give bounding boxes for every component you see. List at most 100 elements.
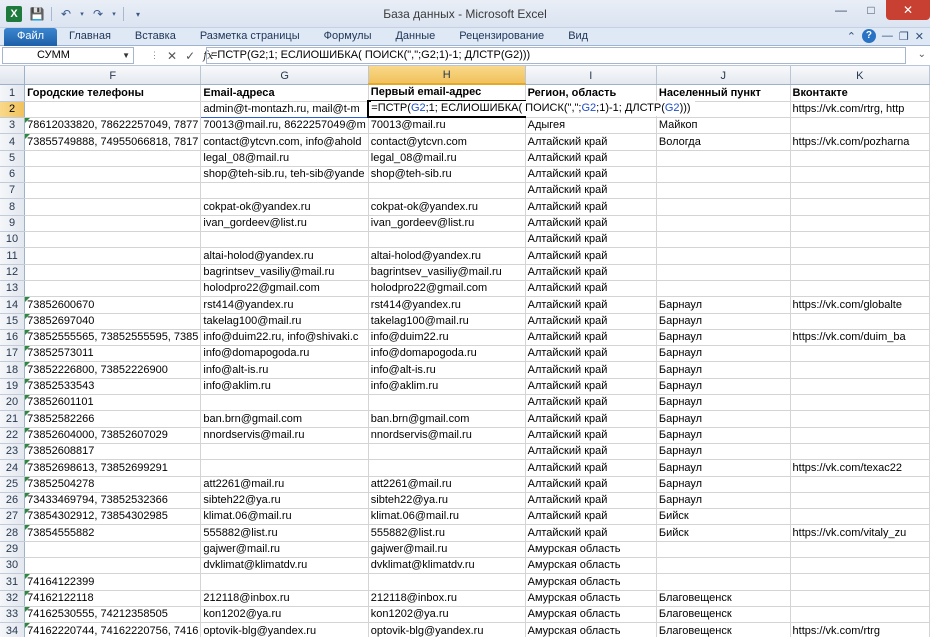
cell-j[interactable] bbox=[656, 247, 791, 265]
cell-f[interactable]: 73852533543 bbox=[24, 378, 202, 396]
cell-g[interactable]: admin@t-montazh.ru, mail@t-m bbox=[200, 100, 369, 118]
cell-f[interactable]: 73854302912, 73854302985 bbox=[24, 508, 202, 526]
cell-g[interactable]: cokpat-ok@yandex.ru bbox=[200, 198, 369, 216]
cell-j[interactable] bbox=[656, 215, 791, 233]
tab-file[interactable]: Файл bbox=[4, 28, 58, 46]
cell-g[interactable]: info@domapogoda.ru bbox=[200, 345, 369, 363]
cell-h[interactable]: gajwer@mail.ru bbox=[368, 541, 526, 559]
cell-k[interactable] bbox=[790, 198, 930, 216]
cell-k[interactable] bbox=[790, 150, 930, 167]
cell-g[interactable]: shop@teh-sib.ru, teh-sib@yande bbox=[200, 166, 369, 184]
cell-h[interactable]: klimat.06@mail.ru bbox=[368, 508, 526, 526]
cell-f[interactable] bbox=[24, 557, 202, 575]
cell-k[interactable] bbox=[790, 508, 930, 526]
cell-i[interactable]: Амурская область bbox=[525, 557, 657, 575]
column-header-h[interactable]: H bbox=[368, 66, 526, 85]
cell-h[interactable]: 212118@inbox.ru bbox=[368, 590, 526, 607]
cell-j[interactable] bbox=[656, 182, 791, 200]
cell-i[interactable]: Алтайский край bbox=[525, 508, 657, 526]
minimize-icon[interactable]: — bbox=[826, 0, 856, 20]
cell-j[interactable]: Барнаул bbox=[656, 410, 791, 428]
cell-k[interactable] bbox=[790, 557, 930, 575]
row-header[interactable]: 15 bbox=[0, 313, 26, 330]
cell-k[interactable] bbox=[790, 231, 930, 249]
row-header[interactable]: 3 bbox=[0, 117, 26, 135]
cell-f[interactable]: 73852600670 bbox=[24, 296, 202, 314]
cell-j[interactable]: Майкоп bbox=[656, 117, 791, 135]
cell-i[interactable]: Амурская область bbox=[525, 541, 657, 559]
cell-i[interactable]: Алтайский край bbox=[525, 361, 657, 379]
workbook-restore-icon[interactable]: ❐ bbox=[899, 30, 909, 43]
cell-f[interactable]: 74162530555, 74212358505 bbox=[24, 606, 202, 624]
cell-j[interactable] bbox=[656, 150, 791, 167]
cell-f[interactable]: 73852582266 bbox=[24, 410, 202, 428]
cell-k[interactable]: https://vk.com/pozharna bbox=[790, 133, 930, 151]
cell-h[interactable] bbox=[368, 443, 526, 461]
cell-h[interactable]: info@duim22.ru bbox=[368, 329, 526, 347]
cell-k[interactable] bbox=[790, 606, 930, 624]
cell-f[interactable]: 73852698613, 73852699291 bbox=[24, 459, 202, 477]
row-header[interactable]: 18 bbox=[0, 361, 26, 379]
cell-k[interactable] bbox=[790, 541, 930, 559]
cell-i[interactable]: Регион, область bbox=[525, 84, 657, 102]
cell-i[interactable]: Алтайский край bbox=[525, 264, 657, 281]
cell-f[interactable] bbox=[24, 166, 202, 184]
cell-j[interactable]: Барнаул bbox=[656, 459, 791, 477]
cell-j[interactable]: Барнаул bbox=[656, 492, 791, 510]
cell-i[interactable]: Алтайский край bbox=[525, 492, 657, 510]
row-header[interactable]: 2 bbox=[0, 101, 26, 118]
cell-h[interactable]: bagrintsev_vasiliy@mail.ru bbox=[368, 264, 526, 281]
cell-f[interactable] bbox=[24, 280, 202, 298]
cell-k[interactable] bbox=[790, 215, 930, 233]
cell-j[interactable]: Вологда bbox=[656, 133, 791, 151]
cell-j[interactable]: Благовещенск bbox=[656, 622, 791, 637]
cell-h[interactable]: shop@teh-sib.ru bbox=[368, 166, 526, 184]
row-header[interactable]: 31 bbox=[0, 573, 26, 591]
cell-k[interactable] bbox=[790, 394, 930, 412]
row-header[interactable]: 25 bbox=[0, 476, 26, 493]
select-all-corner[interactable] bbox=[0, 66, 26, 85]
cell-g[interactable]: sibteh22@ya.ru bbox=[200, 492, 369, 510]
cell-j[interactable] bbox=[656, 280, 791, 298]
cell-i[interactable]: Алтайский край bbox=[525, 459, 657, 477]
cell-i[interactable]: Амурская область bbox=[525, 622, 657, 637]
cell-i[interactable]: Алтайский край bbox=[525, 133, 657, 151]
cell-f[interactable]: 73852601101 bbox=[24, 394, 202, 412]
cell-g[interactable]: info@alt-is.ru bbox=[200, 361, 369, 379]
column-header-k[interactable]: K bbox=[790, 66, 930, 85]
row-header[interactable]: 22 bbox=[0, 427, 26, 444]
cell-f[interactable]: 74162122118 bbox=[24, 590, 202, 607]
cell-f[interactable] bbox=[24, 101, 202, 118]
row-header[interactable]: 16 bbox=[0, 329, 26, 347]
row-header[interactable]: 34 bbox=[0, 622, 26, 637]
enter-icon[interactable]: ✓ bbox=[185, 49, 195, 63]
column-header-i[interactable]: I bbox=[525, 66, 657, 85]
cell-i[interactable]: Алтайский край bbox=[525, 345, 657, 363]
row-header[interactable]: 28 bbox=[0, 524, 26, 542]
cell-j[interactable] bbox=[656, 264, 791, 281]
row-header[interactable]: 5 bbox=[0, 150, 26, 167]
cell-f[interactable]: 73854555882 bbox=[24, 524, 202, 542]
cell-j[interactable]: Бийск bbox=[656, 508, 791, 526]
cell-i[interactable]: Алтайский край bbox=[525, 280, 657, 298]
cell-h[interactable] bbox=[368, 182, 526, 200]
workbook-minimize-icon[interactable]: — bbox=[882, 30, 893, 42]
row-header[interactable]: 12 bbox=[0, 264, 26, 281]
cell-i[interactable]: Алтайский край bbox=[525, 150, 657, 167]
cell-g[interactable] bbox=[200, 459, 369, 477]
cell-i[interactable]: Амурская область bbox=[525, 606, 657, 624]
cell-h[interactable]: sibteh22@ya.ru bbox=[368, 492, 526, 510]
cell-f[interactable]: 73852504278 bbox=[24, 476, 202, 493]
row-header[interactable]: 32 bbox=[0, 590, 26, 607]
cell-g[interactable] bbox=[200, 573, 369, 591]
cell-j[interactable]: Барнаул bbox=[656, 361, 791, 379]
cell-h[interactable]: att2261@mail.ru bbox=[368, 476, 526, 493]
cell-f[interactable] bbox=[24, 264, 202, 281]
column-header-j[interactable]: J bbox=[656, 66, 791, 85]
cell-f[interactable] bbox=[24, 541, 202, 559]
cell-h[interactable]: ivan_gordeev@list.ru bbox=[368, 215, 526, 233]
cell-g[interactable]: Email-адреса bbox=[200, 84, 369, 102]
cell-h[interactable]: optovik-blg@yandex.ru bbox=[368, 622, 526, 637]
row-header[interactable]: 19 bbox=[0, 378, 26, 396]
cell-k[interactable] bbox=[790, 166, 930, 184]
